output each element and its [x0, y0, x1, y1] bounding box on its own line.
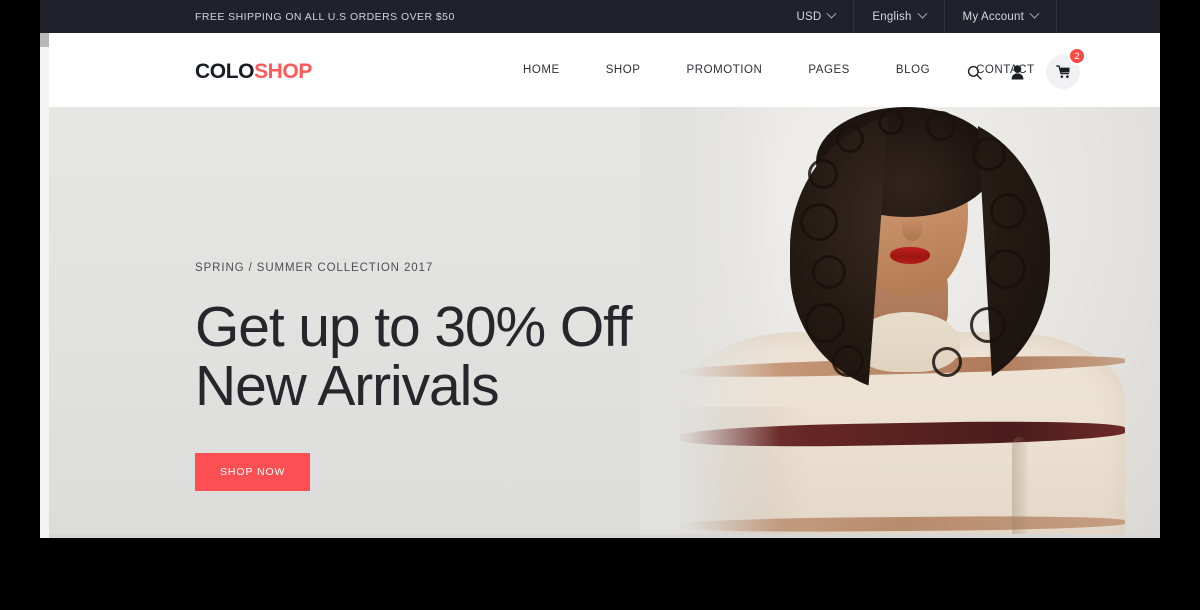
language-selector[interactable]: English: [853, 0, 943, 33]
model-nose: [902, 219, 922, 241]
hair-curl: [970, 307, 1006, 343]
hair-curl: [836, 125, 864, 153]
model-lips: [890, 247, 930, 264]
site-header: COLOSHOP HOME SHOP PROMOTION PAGES BLOG …: [40, 33, 1160, 107]
cart-count-badge: 2: [1068, 47, 1086, 65]
topbar-dropdown-group: USD English My Account: [779, 0, 1057, 33]
top-utility-bar: FREE SHIPPING ON ALL U.S ORDERS OVER $50…: [40, 0, 1160, 33]
nav-item-blog[interactable]: BLOG: [873, 60, 953, 80]
currency-selector[interactable]: USD: [779, 0, 854, 33]
header-icon-group: 2: [960, 47, 1086, 89]
my-account-label: My Account: [962, 10, 1024, 23]
vertical-scrollbar[interactable]: [40, 33, 49, 538]
nav-item-shop[interactable]: SHOP: [583, 60, 664, 80]
chevron-down-icon: [1029, 8, 1040, 19]
hair-curl: [832, 345, 864, 377]
hair-curl: [812, 255, 846, 289]
user-icon[interactable]: [1003, 58, 1031, 86]
hair-curl: [926, 111, 956, 141]
hair-curl: [878, 109, 904, 135]
shop-now-button[interactable]: SHOP NOW: [195, 453, 311, 492]
hair-curl: [986, 249, 1026, 289]
hair-curl: [800, 203, 838, 241]
logo-text-primary: COLO: [195, 60, 255, 83]
site-logo[interactable]: COLOSHOP: [195, 60, 312, 84]
shipping-announcement: FREE SHIPPING ON ALL U.S ORDERS OVER $50: [195, 10, 455, 23]
page-bottom-edge: [40, 534, 1160, 538]
nav-item-home[interactable]: HOME: [500, 60, 583, 80]
chevron-down-icon: [917, 8, 927, 19]
sleeve-shadow: [1012, 437, 1028, 538]
hero-model-photo: [640, 107, 1160, 538]
chevron-down-icon: [826, 8, 837, 19]
hair-curl: [990, 193, 1026, 229]
search-icon[interactable]: [960, 58, 988, 86]
nav-item-promotion[interactable]: PROMOTION: [664, 60, 786, 80]
hero-banner: SPRING / SUMMER COLLECTION 2017 Get up t…: [40, 107, 1160, 538]
hair-curl: [808, 159, 838, 189]
scrollbar-thumb[interactable]: [40, 33, 49, 47]
nav-item-pages[interactable]: PAGES: [785, 60, 873, 80]
cart-button[interactable]: 2: [1046, 47, 1086, 89]
language-label: English: [872, 10, 912, 23]
browser-viewport: FREE SHIPPING ON ALL U.S ORDERS OVER $50…: [40, 0, 1160, 538]
hair-curl: [805, 303, 845, 343]
my-account-menu[interactable]: My Account: [943, 0, 1057, 33]
hero-headline: Get up to 30% Off New Arrivals: [195, 295, 633, 418]
hero-copy-block: SPRING / SUMMER COLLECTION 2017 Get up t…: [195, 262, 715, 492]
hair-curl: [932, 347, 962, 377]
hair-curl: [972, 137, 1006, 171]
currency-label: USD: [796, 10, 822, 23]
hero-eyebrow-text: SPRING / SUMMER COLLECTION 2017: [195, 262, 434, 274]
logo-text-accent: SHOP: [254, 60, 312, 83]
